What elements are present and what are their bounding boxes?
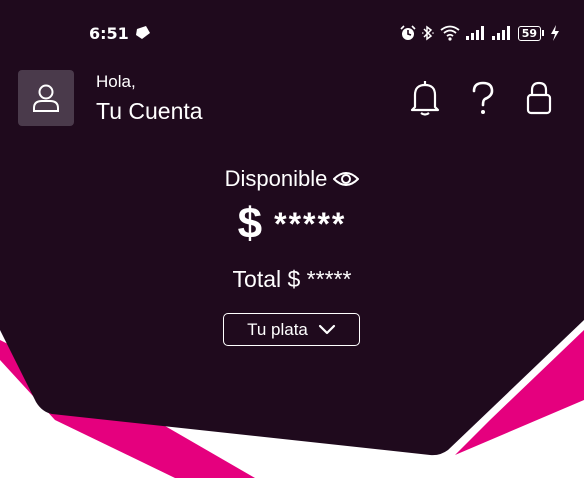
- chevron-down-icon: [318, 324, 335, 334]
- account-selector-value: Tu plata: [247, 319, 308, 339]
- charging-icon: [551, 25, 559, 41]
- notifications-button[interactable]: [407, 78, 443, 118]
- battery-icon: 59: [517, 25, 544, 41]
- battery-level: 59: [517, 25, 541, 41]
- currency-symbol: $: [237, 199, 263, 248]
- user-icon: [33, 84, 59, 112]
- lock-icon: [526, 81, 552, 115]
- signal-icon: [465, 26, 484, 40]
- greeting-text: Hola,: [96, 72, 136, 91]
- greeting: Hola, Tu Cuenta: [96, 72, 203, 126]
- status-time: 6:51: [89, 24, 129, 43]
- avatar[interactable]: [18, 70, 74, 126]
- wifi-icon: [440, 25, 460, 41]
- available-row: Disponible: [0, 166, 584, 192]
- help-icon: [472, 81, 494, 114]
- account-selector[interactable]: Tu plata: [223, 313, 360, 346]
- account-name: Tu Cuenta: [96, 98, 203, 124]
- signal-icon: [491, 26, 510, 40]
- help-button[interactable]: [465, 78, 501, 118]
- alarm-icon: [400, 25, 416, 40]
- notification-icon: [136, 26, 150, 39]
- available-label: Disponible: [224, 166, 328, 191]
- masked-amount: *****: [274, 206, 347, 242]
- eye-icon[interactable]: [333, 170, 360, 188]
- total-balance: Total $ *****: [232, 266, 352, 292]
- lock-button[interactable]: [521, 78, 557, 118]
- bluetooth-icon: [421, 25, 434, 41]
- available-amount: $ *****: [0, 200, 584, 248]
- bell-icon: [410, 81, 440, 116]
- system-icons: 59: [400, 22, 560, 44]
- status-bar: 6:51 59: [0, 0, 584, 64]
